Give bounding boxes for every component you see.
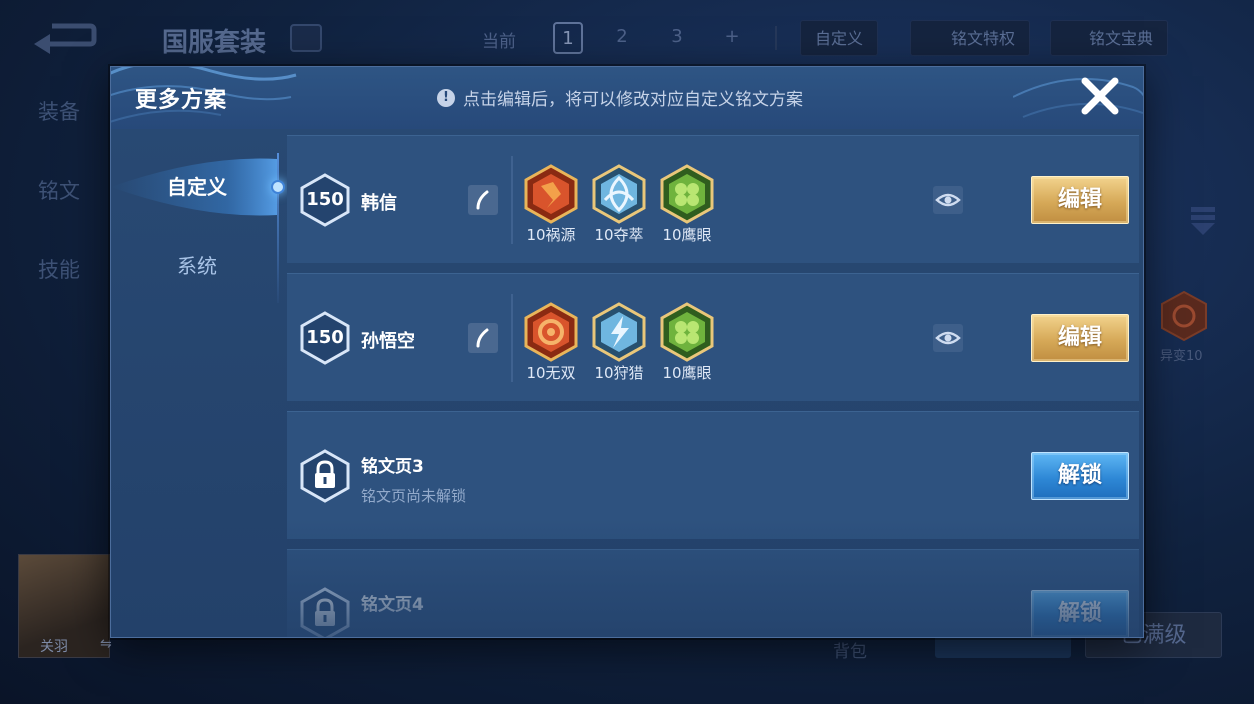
plan-row-1: 150 韩信 10祸源 10夺萃 10鹰眼 编辑 [287, 135, 1139, 263]
row-divider [511, 156, 513, 244]
current-page-label: 当前 [482, 32, 516, 52]
more-plans-modal: 更多方案 ! 点击编辑后，将可以修改对应自定义铭文方案 自定义 系统 150 韩… [110, 66, 1144, 638]
side-nav-equipment[interactable]: 装备 [38, 96, 80, 126]
red-rune-icon [524, 302, 578, 362]
lock-icon [300, 449, 350, 503]
rune-slot[interactable]: 10狩猎 [591, 302, 647, 383]
plan-row-3: 铭文页3 铭文页尚未解锁 解锁 [287, 411, 1139, 539]
preview-button[interactable] [933, 324, 963, 352]
rune-page-name: 铭文页3 [361, 457, 424, 477]
rename-button[interactable] [468, 185, 498, 215]
rune-dictionary-chip[interactable]: 铭文宝典 [1050, 20, 1169, 56]
rune-set-title: 国服套装 [162, 28, 267, 58]
rune-page-name: 铭文页4 [361, 595, 424, 615]
page-tab-3[interactable]: 3 [662, 22, 692, 54]
hero-name: 孙悟空 [361, 331, 415, 352]
pen-icon [476, 328, 489, 348]
rune-page-status: 铭文页尚未解锁 [361, 487, 467, 505]
rune-label: 10鹰眼 [662, 364, 712, 382]
rune-slot[interactable]: 10鹰眼 [659, 164, 715, 245]
rune-slot[interactable]: 10祸源 [523, 164, 579, 245]
unlock-button[interactable]: 解锁 [1031, 452, 1129, 500]
plan-tabs: 自定义 系统 [111, 129, 285, 637]
plan-row-2: 150 孙悟空 10无双 10狩猎 10鹰眼 编辑 [287, 273, 1139, 401]
edit-button[interactable]: 编辑 [1031, 176, 1129, 224]
edit-notice: ! 点击编辑后，将可以修改对应自定义铭文方案 [437, 85, 803, 110]
rename-button[interactable] [468, 323, 498, 353]
hero-portrait-name: 关羽 [40, 639, 68, 655]
info-icon: ! [437, 88, 455, 107]
tab-system[interactable]: 系统 [111, 235, 283, 297]
modal-title: 更多方案 [135, 88, 228, 113]
back-arrow-icon[interactable] [30, 20, 98, 56]
unlock-button[interactable]: 解锁 [1031, 590, 1129, 637]
rune-set: 10祸源 10夺萃 10鹰眼 [523, 164, 715, 245]
custom-chip[interactable]: 自定义 [800, 20, 879, 56]
rune-slot[interactable]: 10无双 [523, 302, 579, 383]
grid-menu-icon[interactable] [290, 24, 322, 52]
level-value: 150 [306, 189, 344, 210]
rune-slot[interactable]: 10夺萃 [591, 164, 647, 245]
rune-label: 10无双 [526, 364, 576, 382]
rune-dictionary-label: 铭文宝典 [1089, 29, 1154, 48]
page-tab-2[interactable]: 2 [607, 22, 637, 54]
rune-label: 10狩猎 [594, 364, 644, 382]
plan-row-4: 铭文页4 解锁 [287, 549, 1139, 637]
level-value: 150 [306, 327, 344, 348]
preview-button[interactable] [933, 186, 963, 214]
divider [775, 26, 777, 50]
swap-icon[interactable]: ⇋ [100, 636, 112, 652]
plan-list: 150 韩信 10祸源 10夺萃 10鹰眼 编辑 150 孙悟空 10无双 10… [287, 135, 1139, 637]
red-rune-icon [524, 164, 578, 224]
green-rune-icon [660, 164, 714, 224]
rune-set: 10无双 10狩猎 10鹰眼 [523, 302, 715, 383]
eye-icon [935, 193, 961, 207]
background-rune-label: 异变10 [1160, 349, 1203, 364]
list-icon[interactable] [1187, 203, 1219, 237]
rune-label: 10鹰眼 [662, 226, 712, 244]
rune-slot[interactable]: 10鹰眼 [659, 302, 715, 383]
modal-header: 更多方案 ! 点击编辑后，将可以修改对应自定义铭文方案 [111, 67, 1143, 129]
edit-button[interactable]: 编辑 [1031, 314, 1129, 362]
close-icon[interactable] [1079, 75, 1121, 117]
background-rune-icon [1161, 290, 1207, 342]
rune-label: 10夺萃 [594, 226, 644, 244]
notice-text: 点击编辑后，将可以修改对应自定义铭文方案 [463, 90, 803, 110]
side-nav-skills[interactable]: 技能 [38, 254, 80, 284]
blue-rune-icon [592, 164, 646, 224]
row-divider [511, 294, 513, 382]
eye-icon [935, 331, 961, 345]
page-tab-add[interactable]: + [717, 22, 747, 54]
tab-custom[interactable]: 自定义 [111, 156, 283, 218]
lock-icon [300, 587, 350, 637]
rune-label: 10祸源 [526, 226, 576, 244]
blue-rune-icon [592, 302, 646, 362]
bag-label[interactable]: 背包 [833, 637, 867, 662]
page-tab-1[interactable]: 1 [553, 22, 583, 54]
pen-icon [476, 190, 489, 210]
rune-privilege-label: 铭文特权 [951, 29, 1016, 48]
hero-name: 韩信 [361, 193, 397, 214]
rune-privilege-chip[interactable]: 铭文特权 [910, 20, 1031, 56]
green-rune-icon [660, 302, 714, 362]
side-nav-runes[interactable]: 铭文 [38, 175, 80, 205]
